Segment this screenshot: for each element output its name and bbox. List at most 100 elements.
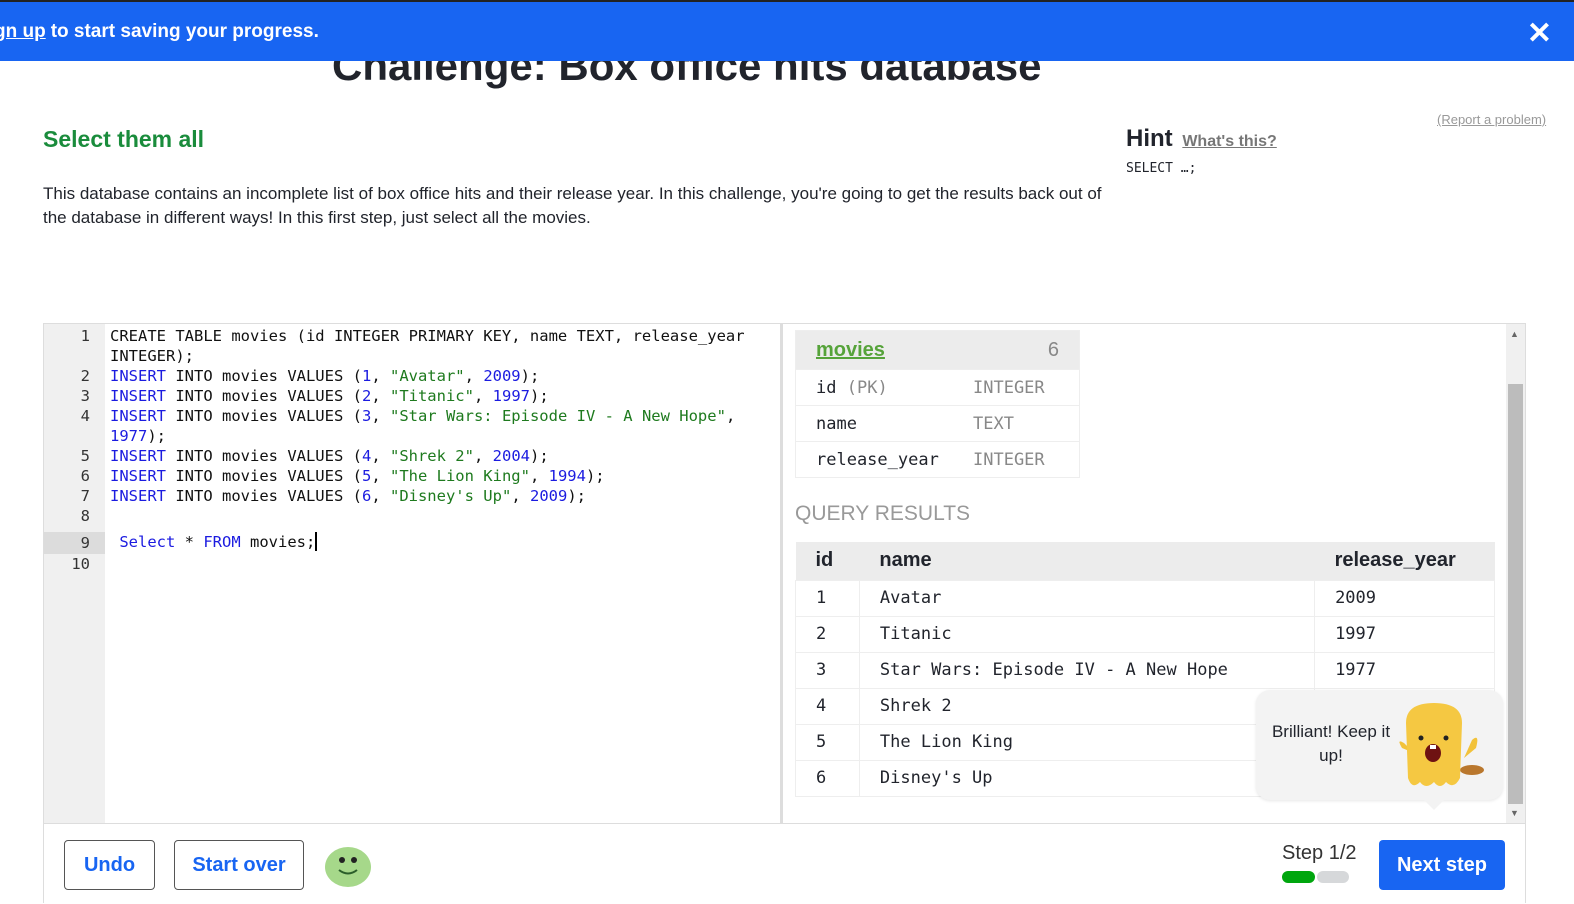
table-row: 1 Avatar 2009	[795, 579, 1495, 617]
query-results-label: QUERY RESULTS	[795, 502, 971, 525]
start-over-button[interactable]: Start over	[174, 840, 304, 890]
code-line[interactable]: 3 INSERT INTO movies VALUES (2, "Titanic"…	[44, 386, 745, 406]
code-text: CREATE TABLE movies (id INTEGER PRIMARY …	[105, 326, 745, 346]
code-token: ,	[473, 447, 493, 465]
sign-up-link[interactable]: gn up	[0, 21, 46, 43]
schema-table-name[interactable]: movies	[816, 339, 885, 362]
scrollbar-thumb[interactable]	[1508, 384, 1523, 804]
text-cursor	[315, 532, 318, 551]
code-line[interactable]: 10	[44, 554, 745, 574]
code-line[interactable]: 1 CREATE TABLE movies (id INTEGER PRIMARY…	[44, 326, 745, 346]
code-token: INSERT	[110, 367, 166, 385]
column-name: name	[816, 414, 973, 434]
code-text: INTEGER);	[105, 346, 194, 366]
code-line[interactable]: 4 INSERT INTO movies VALUES (3, "Star War…	[44, 406, 745, 426]
results-header: release_year	[1314, 542, 1495, 580]
code-token: "Star Wars: Episode IV - A New Hope"	[389, 407, 726, 425]
code-token: 5	[361, 467, 372, 485]
column-type: INTEGER	[973, 449, 1045, 470]
code-token: ,	[529, 467, 549, 485]
code-token: "Disney's Up"	[389, 487, 512, 505]
column-name-text: name	[816, 413, 857, 434]
code-token: 1997	[492, 387, 530, 405]
code-token: INTO movies VALUES (	[166, 407, 362, 425]
line-number: 1	[80, 327, 90, 345]
progress-done	[1282, 871, 1315, 883]
column-type: INTEGER	[973, 377, 1045, 398]
schema-column-row: name TEXT	[796, 405, 1079, 441]
code-line[interactable]: INTEGER);	[44, 346, 745, 366]
code-token: INTO movies VALUES (	[166, 387, 362, 405]
close-icon[interactable]: ✕	[1527, 16, 1552, 51]
undo-button[interactable]: Undo	[64, 840, 155, 890]
results-cell: Avatar	[858, 579, 1316, 617]
line-number: 7	[80, 487, 90, 505]
code-token: "Shrek 2"	[389, 447, 474, 465]
signup-banner: gn up to start saving your progress. ✕	[0, 0, 1574, 61]
code-line[interactable]: 6 INSERT INTO movies VALUES (5, "The Lion…	[44, 466, 745, 486]
code-text: INSERT INTO movies VALUES (2, "Titanic",…	[105, 386, 549, 406]
code-line[interactable]: 7 INSERT INTO movies VALUES (6, "Disney's…	[44, 486, 745, 506]
encouragement-toast: Brilliant! Keep it up!	[1256, 690, 1503, 810]
code-token: ,	[464, 367, 484, 385]
scrollbar[interactable]: ▲ ▼	[1506, 324, 1525, 823]
code-line[interactable]: 5 INSERT INTO movies VALUES (4, "Shrek 2"…	[44, 446, 745, 466]
code-token: );	[567, 487, 586, 505]
step-progress	[1282, 871, 1349, 883]
code-token: INTO movies VALUES (	[166, 467, 362, 485]
line-number: 2	[80, 367, 90, 385]
line-number	[44, 346, 105, 366]
progress-remaining	[1316, 871, 1349, 883]
report-problem-link[interactable]: (Report a problem)	[1437, 112, 1546, 127]
line-number: 9	[44, 532, 105, 554]
code-text: INSERT INTO movies VALUES (6, "Disney's …	[105, 486, 586, 506]
code-line[interactable]: 1977);	[44, 426, 745, 446]
step-indicator: Step 1/2	[1282, 842, 1357, 864]
toast-text: Brilliant! Keep it up!	[1271, 722, 1391, 765]
whats-this-link[interactable]: What's this?	[1182, 133, 1276, 150]
results-cell: 1977	[1314, 651, 1495, 689]
code-line[interactable]: 9 Select * FROM movies;	[44, 532, 745, 554]
code-token: 2	[361, 387, 372, 405]
step-description: This database contains an incomplete lis…	[43, 184, 1102, 227]
code-text: 1977);	[105, 426, 166, 446]
code-token: ,	[371, 367, 390, 385]
code-line[interactable]: 2 INSERT INTO movies VALUES (1, "Avatar",…	[44, 366, 745, 386]
line-number: 5	[80, 447, 90, 465]
line-number: 10	[71, 555, 90, 573]
scroll-down-icon[interactable]: ▼	[1510, 808, 1519, 818]
column-name: release_year	[816, 450, 973, 470]
schema-table: movies 6 id (PK) INTEGER name TEXT release_y…	[795, 330, 1080, 478]
code-token: 6	[361, 487, 372, 505]
code-token: INTO movies VALUES (	[166, 367, 362, 385]
results-cell: Titanic	[858, 615, 1316, 653]
line-number: 8	[80, 507, 90, 525]
code-token: 4	[361, 447, 372, 465]
table-row: 3 Star Wars: Episode IV - A New Hope 1977	[795, 651, 1495, 689]
code-token: ,	[371, 487, 390, 505]
code-token: ,	[725, 407, 736, 425]
results-cell: 5	[795, 723, 860, 761]
code-token: INSERT	[110, 407, 166, 425]
code-token: INSERT	[110, 447, 166, 465]
line-number: 4	[80, 407, 90, 425]
code-token: );	[585, 467, 605, 485]
column-key: (PK)	[846, 377, 888, 398]
code-token: 2004	[492, 447, 530, 465]
code-editor[interactable]: 1 CREATE TABLE movies (id INTEGER PRIMARY…	[44, 324, 783, 823]
next-step-button[interactable]: Next step	[1379, 840, 1505, 890]
results-cell: 2009	[1314, 579, 1495, 617]
code-token: INTO movies VALUES (	[166, 447, 362, 465]
code-token: INTO movies VALUES (	[166, 487, 362, 505]
scroll-up-icon[interactable]: ▲	[1510, 329, 1519, 339]
code-line[interactable]: 8	[44, 506, 745, 526]
code-token: FROM	[203, 533, 241, 551]
results-header: name	[859, 542, 1315, 580]
results-cell: The Lion King	[858, 723, 1316, 761]
code-token: "Titanic"	[389, 387, 474, 405]
code-token: ,	[371, 387, 390, 405]
table-row: 2 Titanic 1997	[795, 615, 1495, 653]
code-text: INSERT INTO movies VALUES (4, "Shrek 2",…	[105, 446, 549, 466]
